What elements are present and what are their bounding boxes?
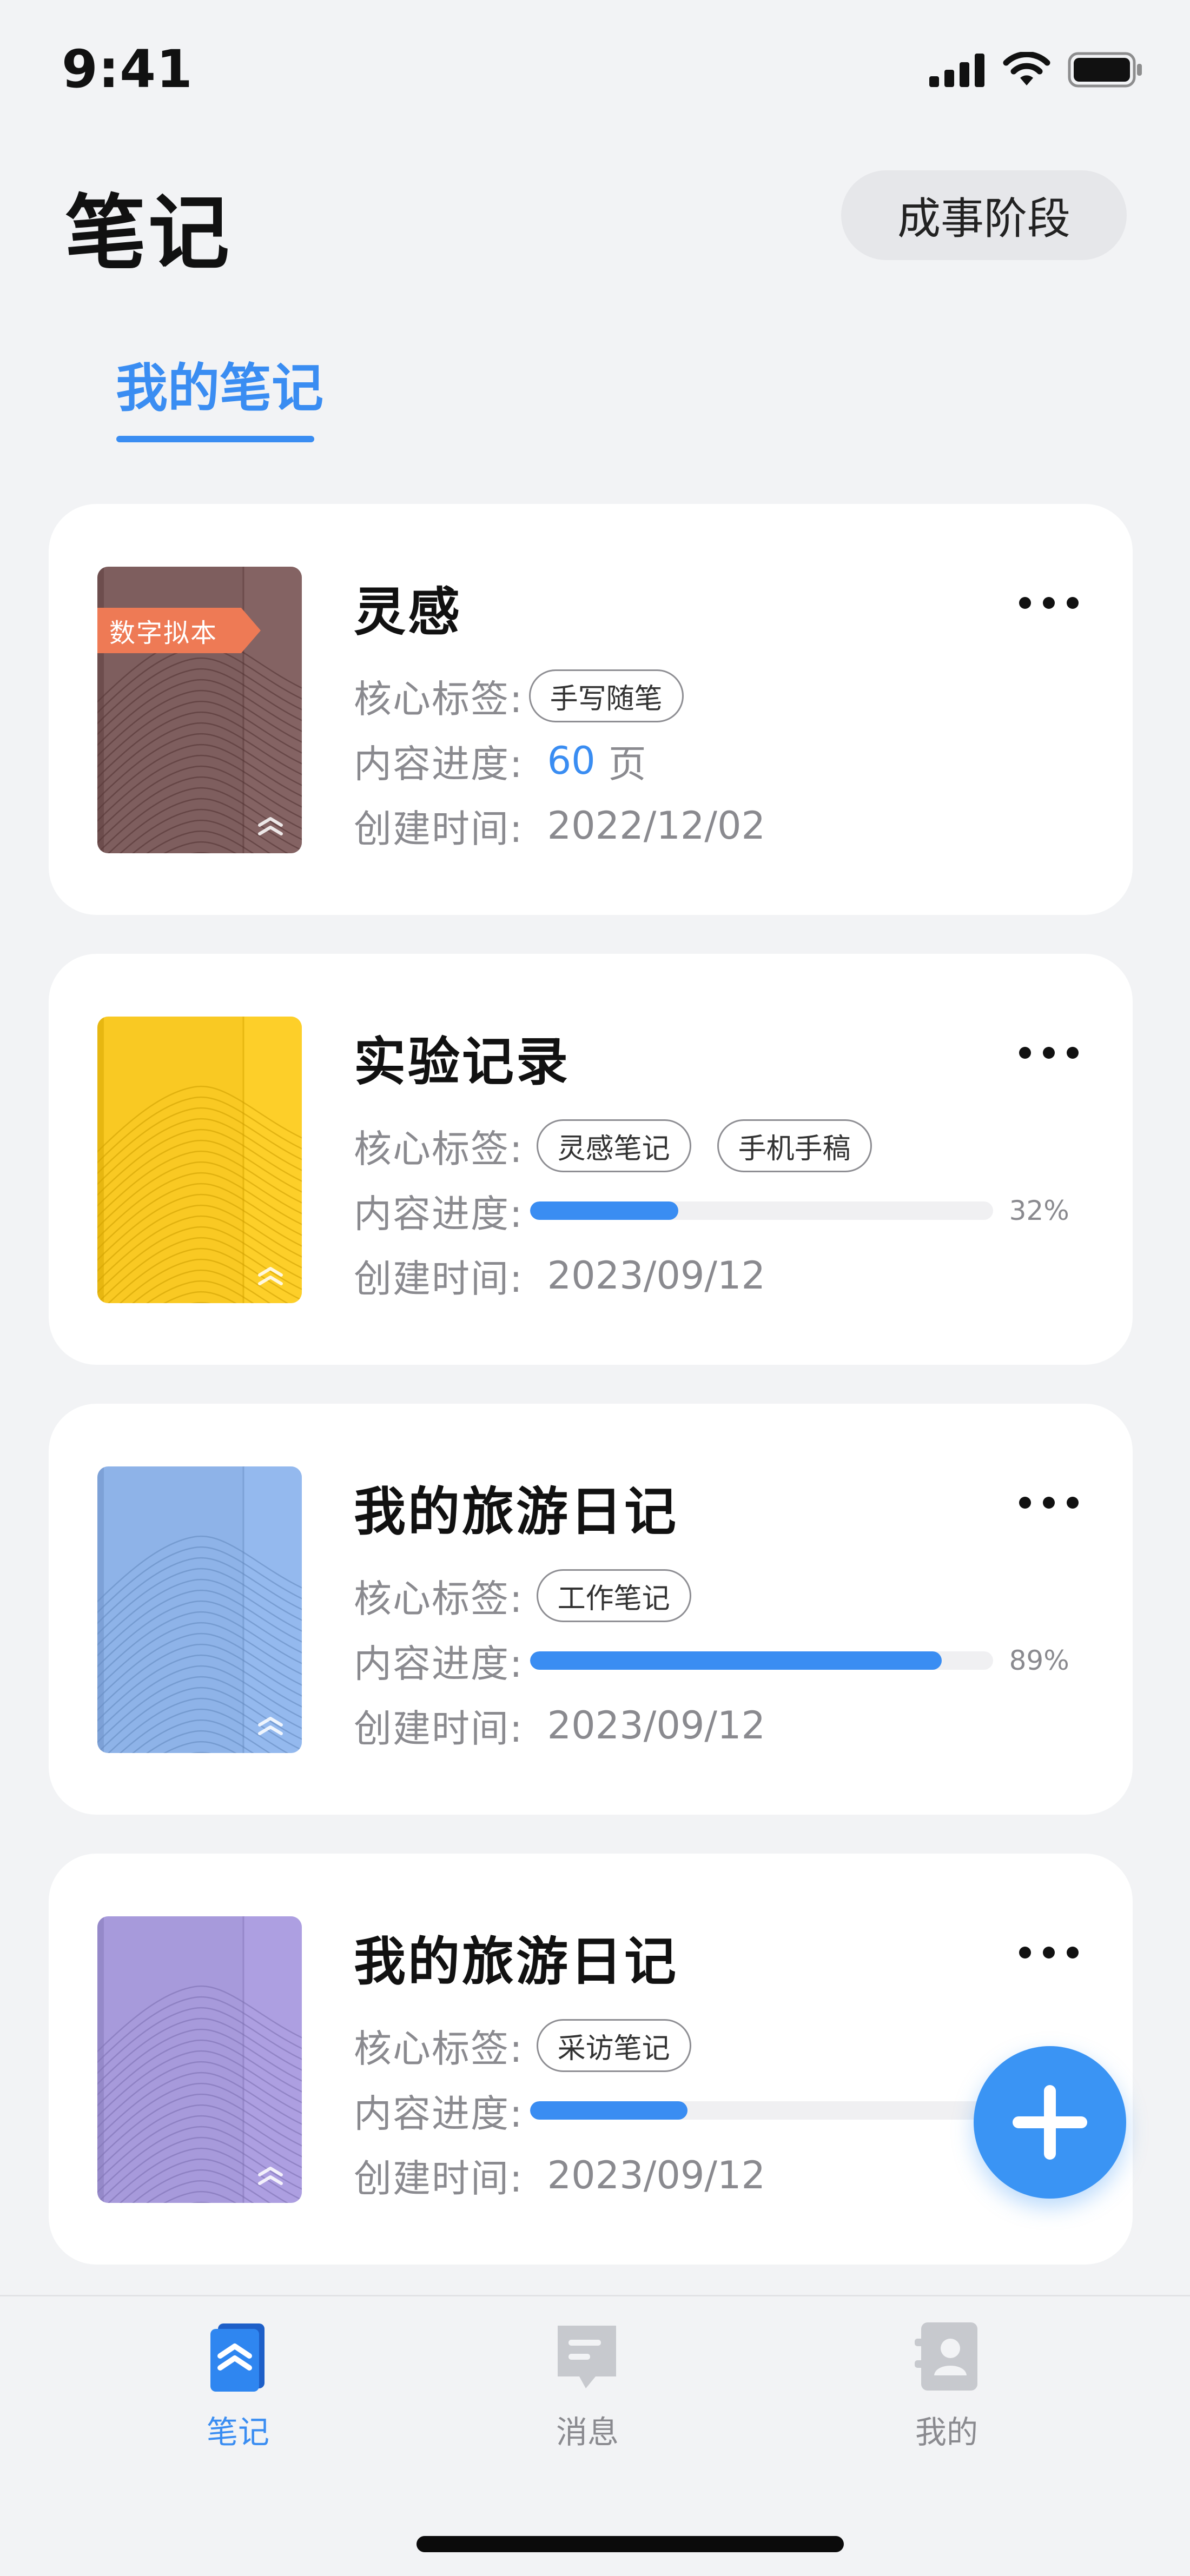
tags-label: 核心标签: xyxy=(354,1126,524,1171)
tag-chip[interactable]: 工作笔记 xyxy=(536,1569,691,1622)
tags-row: 核心标签: 工作笔记 xyxy=(354,1566,717,1625)
created-label: 创建时间: xyxy=(354,1256,524,1301)
plus-icon xyxy=(1013,2085,1087,2160)
progress-pages: 60 xyxy=(547,739,596,783)
created-date: 2023/09/12 xyxy=(547,1253,766,1298)
tab-notes[interactable]: 笔记 xyxy=(157,2318,319,2452)
tags-row: 核心标签: 手写随笔 xyxy=(354,666,710,726)
tab-active-indicator xyxy=(116,436,314,442)
status-time: 9:41 xyxy=(62,39,193,99)
created-row: 创建时间: 2023/09/12 xyxy=(354,1696,765,1755)
progress-fill xyxy=(530,2101,687,2120)
created-row: 创建时间: 2023/09/12 xyxy=(354,2146,765,2205)
progress-percent: 32% xyxy=(1009,1195,1069,1226)
progress-label: 内容进度: xyxy=(354,1641,524,1686)
created-date: 2022/12/02 xyxy=(547,804,766,848)
status-icons xyxy=(929,52,1143,88)
cover-badge: 数字拟本 xyxy=(97,608,261,653)
note-cover xyxy=(97,1017,302,1303)
note-title: 实验记录 xyxy=(354,1032,570,1092)
note-card[interactable]: 我的旅游日记 核心标签: 工作笔记 内容进度: 89% 创建时间: 2023/0… xyxy=(49,1404,1133,1815)
progress-percent: 89% xyxy=(1009,1645,1069,1676)
created-label: 创建时间: xyxy=(354,806,524,851)
tag-chip[interactable]: 采访笔记 xyxy=(536,2019,691,2072)
note-card[interactable]: 实验记录 核心标签: 灵感笔记 手机手稿 内容进度: 32% 创建时间: 202… xyxy=(49,954,1133,1365)
progress-row: 内容进度: xyxy=(354,2081,993,2140)
tags-label: 核心标签: xyxy=(354,1576,524,1621)
more-button[interactable] xyxy=(1019,1039,1079,1066)
tag-chip[interactable]: 手写随笔 xyxy=(528,669,684,722)
battery-icon xyxy=(1068,52,1142,88)
progress-label: 内容进度: xyxy=(354,741,524,786)
created-row: 创建时间: 2022/12/02 xyxy=(354,796,765,855)
created-date: 2023/09/12 xyxy=(547,2153,766,2197)
progress-row: 内容进度: 60 页 xyxy=(354,731,646,791)
created-row: 创建时间: 2023/09/12 xyxy=(354,1246,765,1305)
tags-row: 核心标签: 灵感笔记 手机手稿 xyxy=(354,1116,898,1176)
note-title: 我的旅游日记 xyxy=(354,1482,678,1542)
note-cover: 数字拟本 xyxy=(97,567,302,853)
created-date: 2023/09/12 xyxy=(547,1703,766,1748)
home-indicator xyxy=(416,2536,844,2552)
created-label: 创建时间: xyxy=(354,2156,524,2201)
tab-profile-label: 我的 xyxy=(915,2414,978,2451)
stage-button[interactable]: 成事阶段 xyxy=(841,170,1127,260)
tags-label: 核心标签: xyxy=(354,2026,524,2071)
tags-row: 核心标签: 采访笔记 xyxy=(354,2016,717,2075)
progress-label: 内容进度: xyxy=(354,1191,524,1236)
page-title: 笔记 xyxy=(65,187,232,281)
progress-bar xyxy=(530,1201,993,1220)
progress-fill xyxy=(530,1201,678,1220)
tag-chip[interactable]: 灵感笔记 xyxy=(536,1119,691,1172)
progress-row: 内容进度: 32% xyxy=(354,1181,1069,1240)
add-note-button[interactable] xyxy=(974,2046,1126,2199)
wifi-icon xyxy=(1003,52,1050,85)
more-button[interactable] xyxy=(1019,589,1079,616)
created-label: 创建时间: xyxy=(354,1706,524,1751)
tab-notes-label: 笔记 xyxy=(206,2414,269,2451)
progress-row: 内容进度: 89% xyxy=(354,1631,1069,1690)
note-cover xyxy=(97,1466,302,1753)
more-button[interactable] xyxy=(1019,1489,1079,1516)
note-title: 我的旅游日记 xyxy=(354,1931,678,1992)
tags-label: 核心标签: xyxy=(354,676,524,721)
message-icon xyxy=(558,2326,616,2388)
notes-icon xyxy=(210,2323,265,2392)
note-card[interactable]: 我的旅游日记 核心标签: 采访笔记 内容进度: 创建时间: 2023/09/12 xyxy=(49,1854,1133,2265)
progress-label: 内容进度: xyxy=(354,2091,524,2136)
note-cover xyxy=(97,1916,302,2203)
profile-icon xyxy=(915,2322,977,2391)
signal-icon xyxy=(929,54,984,87)
status-bar: 9:41 xyxy=(0,0,1190,141)
note-title: 灵感 xyxy=(354,582,462,642)
more-button[interactable] xyxy=(1019,1939,1079,1966)
tab-messages-label: 消息 xyxy=(556,2414,619,2451)
bottom-tab-bar: 笔记 消息 我的 xyxy=(0,2295,1190,2576)
progress-fill xyxy=(530,1651,942,1670)
progress-bar xyxy=(530,2101,993,2120)
tag-chip[interactable]: 手机手稿 xyxy=(717,1119,872,1172)
tab-profile[interactable]: 我的 xyxy=(865,2318,1028,2452)
progress-unit: 页 xyxy=(608,741,646,786)
note-card[interactable]: 数字拟本 灵感 核心标签: 手写随笔 内容进度: 60 页 创建时间: 2022… xyxy=(49,504,1133,915)
progress-bar xyxy=(530,1651,993,1670)
tab-messages[interactable]: 消息 xyxy=(506,2318,669,2452)
tab-my-notes[interactable]: 我的笔记 xyxy=(116,346,323,421)
